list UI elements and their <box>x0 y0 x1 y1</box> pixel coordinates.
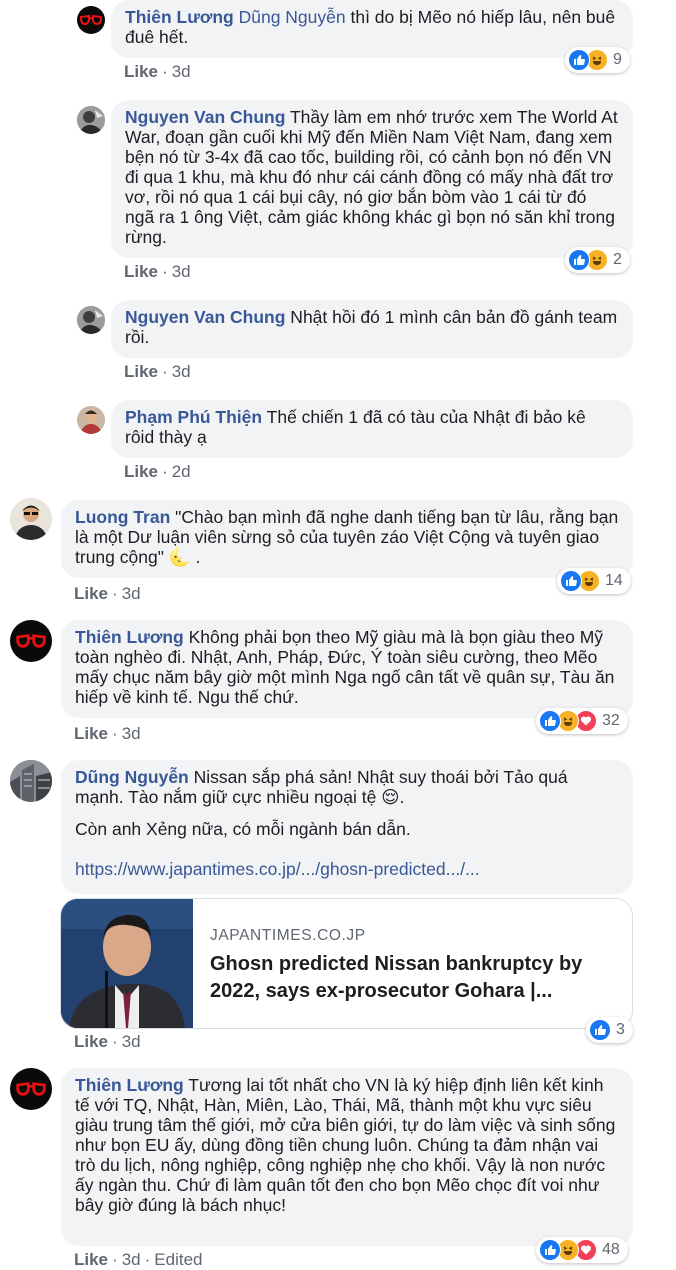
comment-bubble: Phạm Phú Thiện Thế chiến 1 đã có tàu của… <box>111 400 633 458</box>
avatar[interactable] <box>77 306 105 334</box>
preview-title[interactable]: Ghosn predicted Nissan bankruptcy by 202… <box>210 951 620 1005</box>
city-photo-icon <box>10 760 52 802</box>
avatar[interactable] <box>77 106 105 134</box>
timestamp[interactable]: 3d <box>172 62 191 81</box>
comment-meta: Like · 3d <box>124 362 191 381</box>
avatar[interactable] <box>10 760 52 802</box>
timestamp[interactable]: 3d <box>172 362 191 381</box>
person-photo-icon <box>77 306 105 334</box>
comment-bubble: Luong Tran "Chào bạn mình đã nghe danh t… <box>61 500 633 578</box>
like-reaction-icon <box>539 1239 561 1261</box>
like-reaction-icon <box>589 1019 611 1041</box>
timestamp[interactable]: 3d <box>122 724 141 743</box>
comment-author[interactable]: Thiên Lương <box>125 7 234 27</box>
like-button[interactable]: Like <box>74 724 108 743</box>
reaction-summary[interactable]: 2 <box>565 247 630 273</box>
person-photo-icon <box>10 498 52 540</box>
red-glasses-icon <box>16 634 46 648</box>
comment-author[interactable]: Thiên Lương <box>75 1075 184 1095</box>
mention-tag[interactable]: Dũng Nguyễn <box>239 7 346 27</box>
person-photo-icon <box>77 406 105 434</box>
comment-meta: Like · 3d <box>74 724 141 743</box>
comment-bubble: Nguyen Van Chung Thầy làm em nhớ trước x… <box>111 100 633 258</box>
comment-text: Thầy làm em nhớ trước xem The World At W… <box>125 107 618 247</box>
reaction-count: 2 <box>613 251 622 268</box>
reaction-summary[interactable]: 14 <box>557 568 631 594</box>
comment-bubble: Thiên Lương Tương lai tốt nhất cho VN là… <box>61 1068 633 1246</box>
red-glasses-icon <box>16 1082 46 1096</box>
comment-meta: Like · 3d · Edited <box>74 1250 203 1269</box>
comment-author[interactable]: Nguyen Van Chung <box>125 107 285 127</box>
like-reaction-icon <box>568 49 590 71</box>
comment-bubble: Thiên Lương Không phải bọn theo Mỹ giàu … <box>61 620 633 718</box>
reaction-count: 48 <box>602 1241 620 1258</box>
like-button[interactable]: Like <box>74 1250 108 1269</box>
like-reaction-icon <box>539 710 561 732</box>
comment-meta: Like · 2d <box>124 462 191 481</box>
comment-bubble: Dũng Nguyễn Nissan sắp phá sản! Nhật suy… <box>61 760 633 894</box>
comment-author[interactable]: Nguyen Van Chung <box>125 307 285 327</box>
comment-meta: Like · 3d <box>74 1032 141 1051</box>
like-button[interactable]: Like <box>124 62 158 81</box>
like-button[interactable]: Like <box>124 362 158 381</box>
timestamp[interactable]: 2d <box>172 462 191 481</box>
comment-author[interactable]: Thiên Lương <box>75 627 184 647</box>
timestamp[interactable]: 3d <box>122 1032 141 1051</box>
comment-meta: Like · 3d <box>124 262 191 281</box>
avatar[interactable] <box>10 1068 52 1110</box>
comment-author[interactable]: Dũng Nguyễn <box>75 767 189 787</box>
red-glasses-icon <box>80 14 102 26</box>
comment-bubble: Nguyen Van Chung Nhật hồi đó 1 mình cân … <box>111 300 633 358</box>
reaction-count: 14 <box>605 572 623 589</box>
person-photo-icon <box>77 106 105 134</box>
man-portrait-icon <box>61 899 193 1028</box>
reaction-summary[interactable]: 48 <box>536 1237 628 1263</box>
comment-bubble: Thiên Lương Dũng Nguyễn thì do bị Mẽo nó… <box>111 0 633 58</box>
avatar[interactable] <box>77 6 105 34</box>
reaction-summary[interactable]: 3 <box>586 1017 633 1043</box>
comment-author[interactable]: Phạm Phú Thiện <box>125 407 262 427</box>
timestamp[interactable]: 3d <box>122 1250 141 1269</box>
comment-meta: Like · 3d <box>124 62 191 81</box>
reaction-count: 3 <box>616 1021 625 1038</box>
timestamp[interactable]: 3d <box>172 262 191 281</box>
relieved-emoji-icon: 😌 <box>381 787 400 807</box>
avatar[interactable] <box>10 498 52 540</box>
like-reaction-icon <box>560 570 582 592</box>
like-button[interactable]: Like <box>124 462 158 481</box>
edited-label[interactable]: Edited <box>154 1250 202 1269</box>
like-button[interactable]: Like <box>74 1032 108 1051</box>
link-preview-card[interactable]: JAPANTIMES.CO.JP Ghosn predicted Nissan … <box>60 898 633 1029</box>
moon-emoji-icon: 🌜 <box>168 547 191 567</box>
timestamp[interactable]: 3d <box>122 584 141 603</box>
preview-thumbnail <box>61 899 193 1028</box>
comment-author[interactable]: Luong Tran <box>75 507 170 527</box>
reaction-summary[interactable]: 32 <box>536 708 628 734</box>
like-button[interactable]: Like <box>74 584 108 603</box>
like-button[interactable]: Like <box>124 262 158 281</box>
avatar[interactable] <box>77 406 105 434</box>
comment-paragraph: Còn anh Xẻng nữa, có mỗi ngành bán dẫn. <box>75 819 411 839</box>
reaction-summary[interactable]: 9 <box>565 47 630 73</box>
preview-domain: JAPANTIMES.CO.JP <box>210 927 366 944</box>
reaction-count: 9 <box>613 51 622 68</box>
reaction-count: 32 <box>602 712 620 729</box>
comment-meta: Like · 3d <box>74 584 141 603</box>
comment-text: Tương lai tốt nhất cho VN là ký hiệp địn… <box>75 1075 616 1215</box>
avatar[interactable] <box>10 620 52 662</box>
comment-link[interactable]: https://www.japantimes.co.jp/.../ghosn-p… <box>75 859 619 879</box>
like-reaction-icon <box>568 249 590 271</box>
